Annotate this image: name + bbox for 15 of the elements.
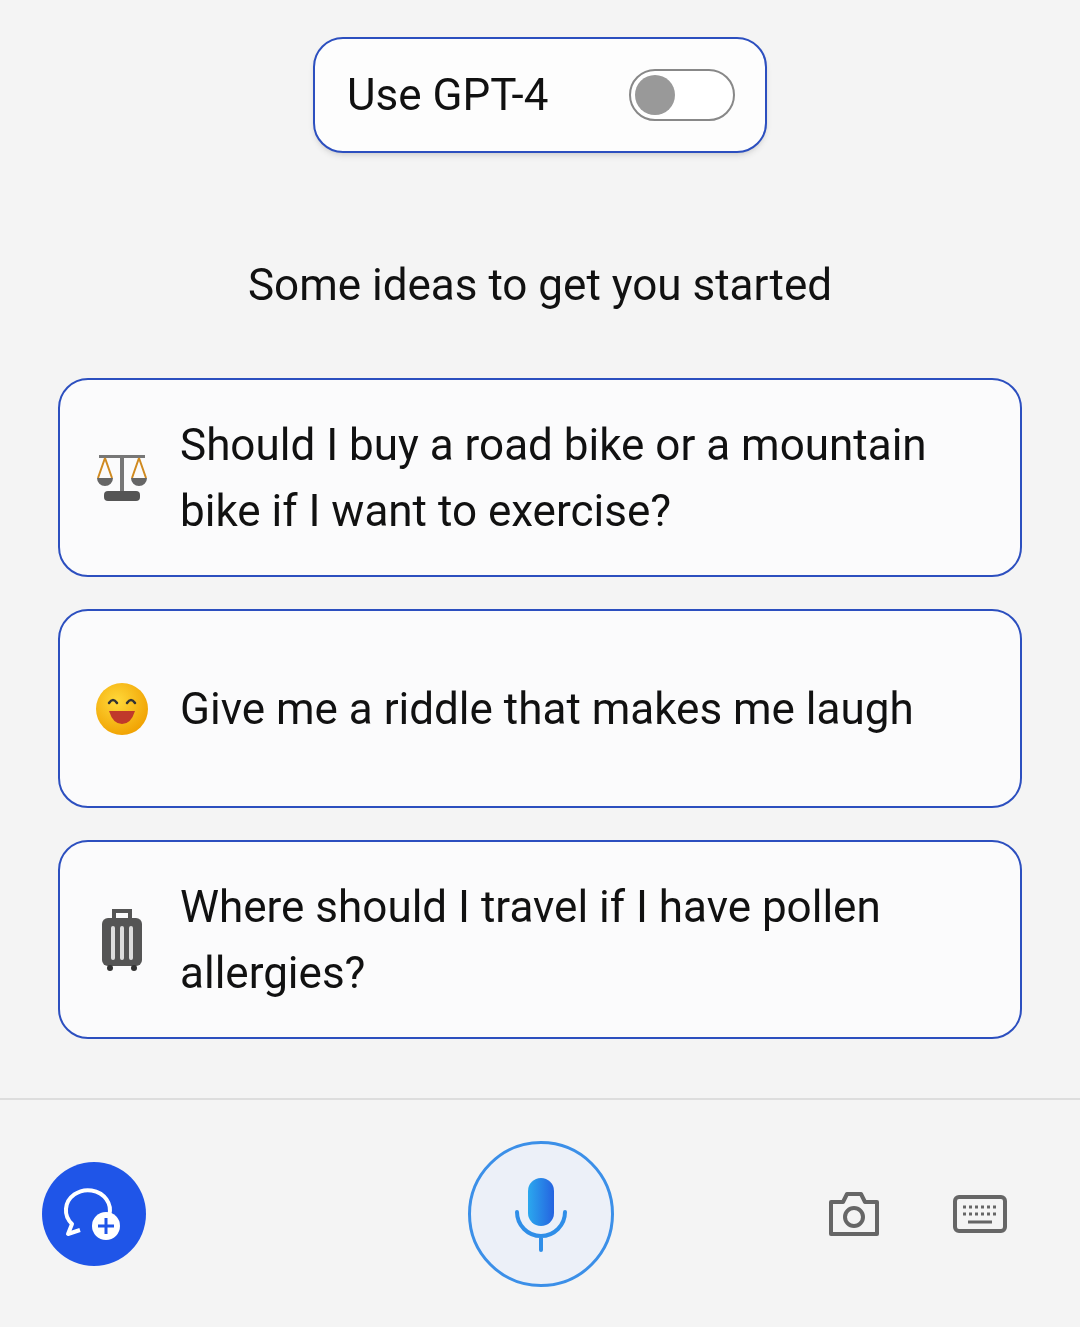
keyboard-icon (953, 1194, 1007, 1233)
camera-icon (827, 1189, 881, 1238)
suggestion-text: Where should I travel if I have pollen allergies? (180, 879, 882, 1001)
suggestion-text: Should I buy a road bike or a mountain bike if I want to exercise? (180, 417, 928, 539)
suggestion-card[interactable]: Give me a riddle that makes me laugh (58, 609, 1022, 808)
suitcase-icon (100, 907, 144, 972)
ideas-heading: Some ideas to get you started (247, 263, 833, 307)
smiley-icon (95, 681, 149, 736)
gpt4-switch[interactable] (629, 69, 735, 121)
suggestion-card[interactable]: Should I buy a road bike or a mountain bike if I want to exercise? (58, 378, 1022, 577)
keyboard-button[interactable] (952, 1193, 1008, 1234)
suggestion-card[interactable]: Where should I travel if I have pollen allergies? (58, 840, 1022, 1039)
suggestion-text: Give me a riddle that makes me laugh (180, 681, 914, 737)
scales-icon (95, 452, 149, 503)
toggle-label: Use GPT-4 (347, 68, 549, 123)
